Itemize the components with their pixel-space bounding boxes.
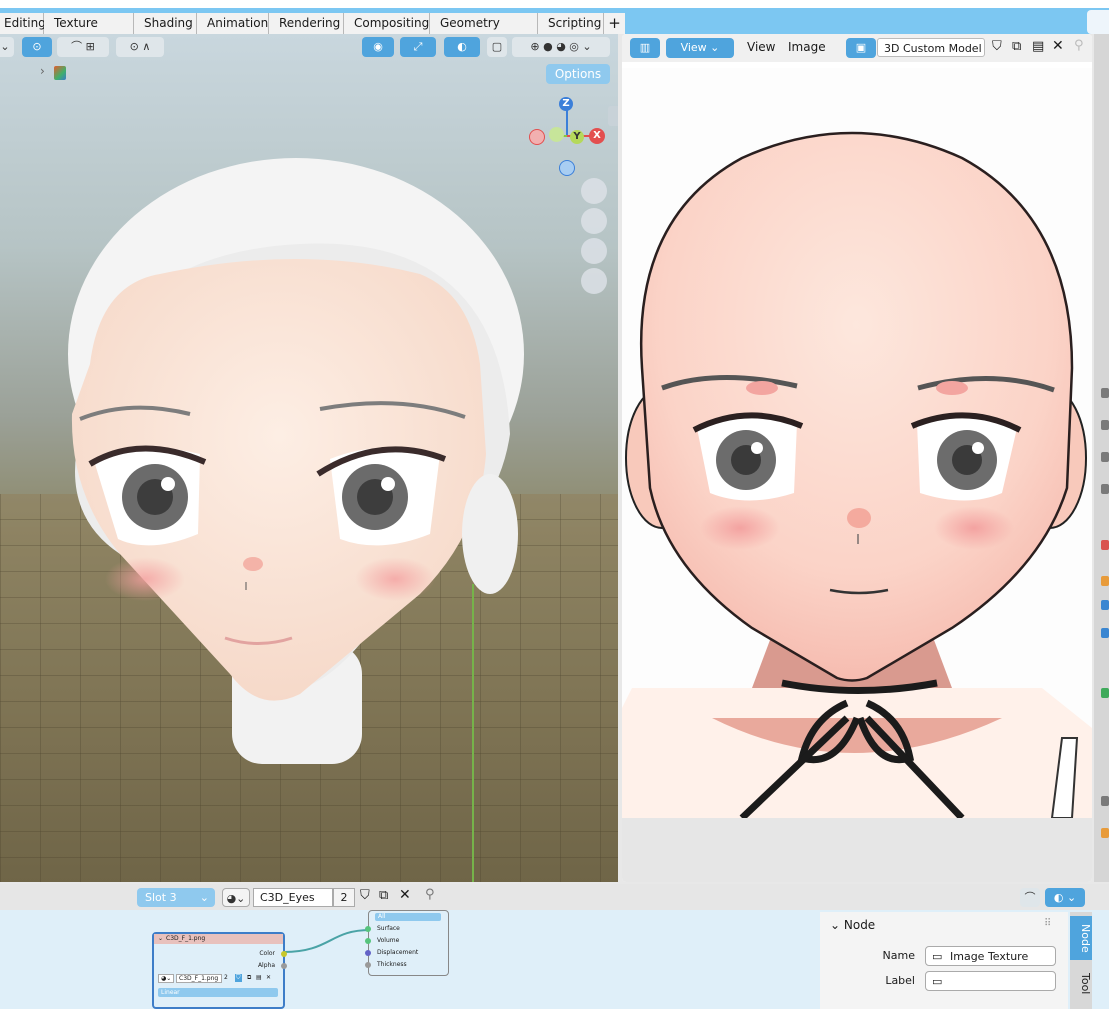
duplicate-image-icon[interactable]: ⧉ [1012,39,1021,54]
fake-user-shield-icon[interactable]: ⛉ [992,39,1002,54]
volume-socket[interactable] [365,938,371,944]
tool-properties-icon[interactable] [1101,388,1109,398]
image-node-shield-icon[interactable]: ⛉ [235,974,242,982]
tab-compositing[interactable]: Compositing [344,13,430,34]
tab-tool[interactable]: Tool [1070,964,1092,1004]
image-node-open-icon[interactable]: ▤ [256,974,262,981]
view-mode-select[interactable]: View ⌄ [666,38,734,58]
pin-icon[interactable]: ⚲ [1074,38,1084,53]
image-browse-icon[interactable]: ▣ [846,38,876,58]
image-left-eye [692,412,804,501]
displacement-socket[interactable] [365,950,371,956]
node-editor[interactable]: Slot 3 ⌄ ◕⌄ C3D_Eyes 2 ⛉ ⧉ ✕ ⚲ ⌒ ◐ ⌄ ⌄ C3… [0,884,1109,1009]
render-properties-icon[interactable] [1101,420,1109,430]
add-workspace-button[interactable]: + [604,13,625,34]
surface-socket[interactable] [365,926,371,932]
world-properties-icon[interactable] [1101,576,1109,586]
image-editor-header: ▥ View ⌄ View Image ▣ 3D Custom Model ⛉ … [622,34,1092,62]
output-target-label: All [378,913,386,920]
view-layer-properties-icon[interactable] [1101,484,1109,494]
image-node-header[interactable]: ⌄ C3D_F_1.png [154,934,283,944]
image-node-close-icon[interactable]: ✕ [266,974,271,981]
character-image [622,131,1092,821]
object-properties-icon[interactable] [1101,600,1109,610]
tab-scripting[interactable]: Scripting [538,13,604,34]
image-editor-type-icon[interactable]: ▥ [630,38,660,58]
node-overlay-icon[interactable]: ◐ ⌄ [1045,888,1085,907]
blender-logo-icon [1087,10,1109,34]
name-label: Name [882,949,915,962]
close-image-icon[interactable]: ✕ [1052,38,1064,54]
image-canvas[interactable] [622,68,1092,821]
node-panel-header[interactable]: ⌄ Node [830,918,875,932]
image-node-duplicate-icon[interactable]: ⧉ [247,974,251,982]
node-name-icon: ▭ [932,950,943,963]
output-alpha-socket[interactable] [281,963,287,969]
image-node-file-field[interactable]: C3D_F_1.png [176,974,222,983]
displacement-label: Displacement [377,949,419,956]
node-label-field[interactable]: ▭ [925,971,1056,991]
head-model-render [68,158,524,764]
tab-rendering[interactable]: Rendering [269,13,344,34]
node-panel-title: Node [843,918,876,932]
material-output-node[interactable]: All Surface Volume Displacement Thicknes… [365,910,449,976]
particle-properties-icon[interactable] [1101,828,1109,838]
tab-animation[interactable]: Animation [197,13,269,34]
output-properties-icon[interactable] [1101,452,1109,462]
output-color-label: Color [259,950,275,957]
node-snap-icon[interactable]: ⌒ [1020,888,1040,907]
node-properties-panel: ⌄ Node ⠿ Name ▭ Image Texture Label ▭ [820,912,1068,1009]
image-texture-node[interactable]: ⌄ C3D_F_1.png Color Alpha ◕⌄ C3D_F_1.png… [152,932,287,1009]
data-properties-icon[interactable] [1101,796,1109,806]
tab-node[interactable]: Node [1070,916,1092,960]
menu-image[interactable]: Image [788,40,826,54]
thickness-label: Thickness [377,961,407,968]
image-selector-row[interactable]: ◕⌄ C3D_F_1.png 2 ⛉ ⧉ ▤ ✕ [158,974,278,984]
surface-label: Surface [377,925,400,932]
image-node-title: C3D_F_1.png [166,935,206,942]
volume-label: Volume [377,937,400,944]
drag-handle-icon[interactable]: ⠿ [1044,918,1051,929]
tab-shading[interactable]: Shading [134,13,197,34]
modifier-properties-icon[interactable] [1101,628,1109,638]
new-image-icon[interactable]: ▤ [1032,39,1044,54]
viewport-3d[interactable]: ⌄ ⊙ ⌒ ⊞ ⊙ ∧ ◉ ⤢ ◐ ▢ ⊕ ● ◕ ◎ ⌄ › Options … [0,34,618,882]
output-color-socket[interactable] [281,951,287,957]
tab-texture-paint[interactable]: Texture Paint [44,13,134,51]
thickness-socket[interactable] [365,962,371,968]
interpolation-select[interactable]: Linear [158,988,278,997]
output-target-select[interactable]: All [375,913,441,921]
image-editor-empty-area [622,818,1092,882]
constraint-properties-icon[interactable] [1101,688,1109,698]
interpolation-label: Linear [161,989,180,996]
image-editor[interactable]: ▥ View ⌄ View Image ▣ 3D Custom Model ⛉ … [622,34,1092,882]
scene-properties-icon[interactable] [1101,540,1109,550]
title-strip [0,0,1109,8]
view-mode-label: View [680,41,707,54]
tab-editing[interactable]: Editing [0,13,46,34]
node-name-value: Image Texture [950,950,1029,963]
node-name-field[interactable]: ▭ Image Texture [925,946,1056,966]
label-label: Label [885,974,915,987]
menu-view[interactable]: View [747,40,775,54]
output-alpha-label: Alpha [257,962,275,969]
image-name-field[interactable]: 3D Custom Model [877,38,985,57]
image-node-users: 2 [224,974,228,981]
node-sidebar-tabs: Node Tool [1070,912,1092,1009]
node-label-icon: ▭ [932,975,943,988]
tab-geometry-nodes[interactable]: Geometry Nodes [430,13,538,51]
